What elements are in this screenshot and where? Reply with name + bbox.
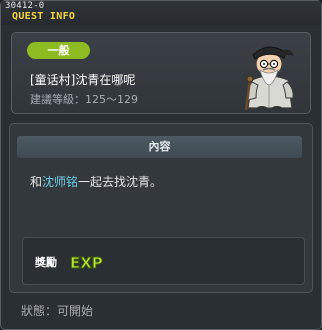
quest-status: 狀態：可開始 bbox=[21, 304, 94, 318]
description-prefix: 和 bbox=[30, 175, 43, 189]
content-header: 內容 bbox=[17, 136, 302, 158]
quest-content-panel: 內容 和沈师铭一起去找沈青。 獎勵 EXP bbox=[9, 123, 313, 293]
window-title: QUEST INFO bbox=[12, 11, 76, 22]
quest-category-badge: 一般 bbox=[27, 42, 90, 59]
npc-portrait-icon bbox=[244, 46, 294, 110]
npc-name-link[interactable]: 沈师铭 bbox=[42, 175, 78, 189]
reward-box: 獎勵 EXP bbox=[22, 237, 305, 285]
quest-description: 和沈师铭一起去找沈青。 bbox=[30, 173, 162, 190]
description-suffix: 一起去找沈青。 bbox=[78, 175, 163, 189]
recommended-level: 建議等級：125～129 bbox=[30, 93, 138, 106]
quest-name: [童话村]沈青在哪呢 bbox=[30, 73, 136, 87]
exp-reward-icon[interactable]: EXP bbox=[68, 248, 106, 274]
exp-icon-text: EXP bbox=[70, 254, 103, 272]
quest-header-card: 一般 [童话村]沈青在哪呢 建議等級：125～129 bbox=[11, 32, 311, 114]
quest-id: 30412-0 bbox=[5, 1, 45, 11]
reward-label: 獎勵 bbox=[35, 256, 57, 269]
title-bar[interactable]: 30412-0 QUEST INFO bbox=[1, 1, 321, 25]
quest-info-window: 30412-0 QUEST INFO 一般 [童话村]沈青在哪呢 建議等級：12… bbox=[0, 0, 322, 330]
